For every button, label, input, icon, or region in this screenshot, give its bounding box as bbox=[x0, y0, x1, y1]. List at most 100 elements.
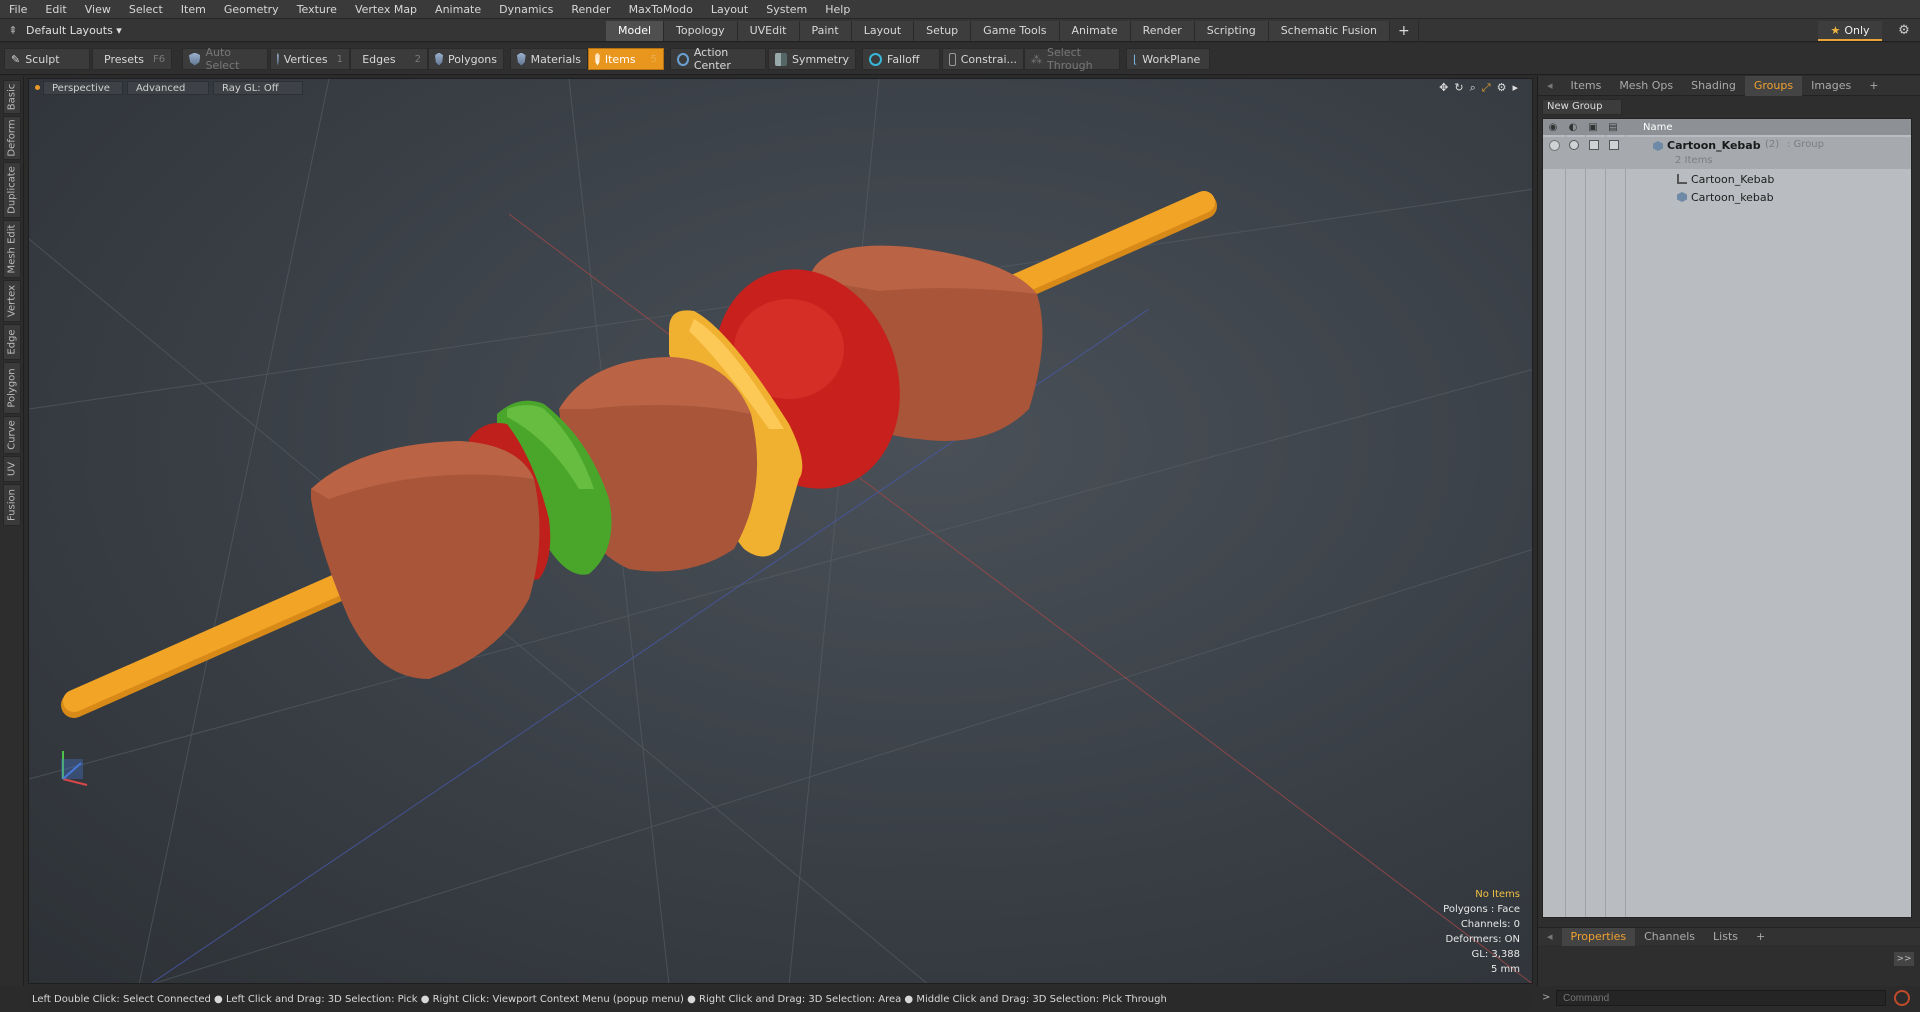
tab-scripting[interactable]: Scripting bbox=[1194, 21, 1269, 41]
menu-item[interactable]: Item bbox=[172, 0, 215, 19]
visibility-col-icon[interactable]: ◉ bbox=[1543, 122, 1563, 133]
layout-dropdown[interactable]: ⇞ Default Layouts ▾ bbox=[0, 19, 170, 42]
viewport-menu-dot[interactable] bbox=[35, 85, 40, 90]
menu-texture[interactable]: Texture bbox=[288, 0, 346, 19]
menu-dynamics[interactable]: Dynamics bbox=[490, 0, 562, 19]
tab-curve[interactable]: Curve bbox=[3, 416, 21, 454]
materials-button[interactable]: Materials bbox=[510, 48, 588, 70]
tab-setup[interactable]: Setup bbox=[914, 21, 972, 41]
tab-mesh-edit[interactable]: Mesh Edit bbox=[3, 220, 21, 278]
tab-uvedit[interactable]: UVEdit bbox=[737, 21, 800, 41]
add-panel-tab-icon[interactable]: + bbox=[1860, 76, 1887, 96]
tab-paint[interactable]: Paint bbox=[799, 21, 852, 41]
tab-topology[interactable]: Topology bbox=[664, 21, 738, 41]
menu-help[interactable]: Help bbox=[816, 0, 859, 19]
command-history-icon[interactable]: > bbox=[1542, 990, 1550, 1006]
tab-basic[interactable]: Basic bbox=[3, 80, 21, 114]
menu-file[interactable]: File bbox=[0, 0, 36, 19]
viewport-settings-icon[interactable]: ⚙ bbox=[1497, 81, 1507, 95]
zoom-view-icon[interactable]: ⌕ bbox=[1470, 81, 1476, 95]
group-row[interactable]: Cartoon_Kebab (2) : Group 2 Items bbox=[1543, 137, 1911, 169]
tab-items[interactable]: Items bbox=[1562, 76, 1611, 96]
child-name: Cartoon_Kebab bbox=[1691, 173, 1775, 186]
tab-groups[interactable]: Groups bbox=[1744, 75, 1803, 96]
stat-scale: 5 mm bbox=[1490, 964, 1520, 975]
select-col-icon[interactable]: ▤ bbox=[1603, 122, 1623, 133]
tab-channels[interactable]: Channels bbox=[1635, 928, 1704, 946]
presets-button[interactable]: Presets F6 bbox=[92, 48, 172, 70]
group-child-row[interactable]: Cartoon_kebab bbox=[1543, 189, 1911, 206]
menu-view[interactable]: View bbox=[76, 0, 120, 19]
tab-images[interactable]: Images bbox=[1802, 76, 1860, 96]
command-input[interactable] bbox=[1556, 990, 1886, 1006]
tab-edge[interactable]: Edge bbox=[3, 324, 21, 360]
auto-select-icon bbox=[189, 52, 201, 66]
auto-select-button[interactable]: Auto Select bbox=[182, 46, 268, 72]
tab-shading[interactable]: Shading bbox=[1682, 76, 1745, 96]
items-button[interactable]: Items 5 bbox=[588, 48, 664, 70]
render-col-icon[interactable]: ◐ bbox=[1563, 122, 1583, 133]
advanced-dropdown[interactable]: Advanced bbox=[127, 81, 209, 95]
tab-mesh-ops[interactable]: Mesh Ops bbox=[1610, 76, 1682, 96]
falloff-button[interactable]: Falloff bbox=[862, 48, 940, 70]
viewport-stats: No Items Polygons : Face Channels: 0 Def… bbox=[1443, 887, 1520, 977]
symmetry-button[interactable]: Symmetry bbox=[768, 48, 856, 70]
tab-fusion[interactable]: Fusion bbox=[3, 484, 21, 526]
lock-col-icon[interactable]: ▣ bbox=[1583, 122, 1603, 133]
add-properties-tab-icon[interactable]: + bbox=[1747, 928, 1774, 946]
raygl-toggle[interactable]: Ray GL: Off bbox=[213, 81, 303, 95]
tab-model[interactable]: Model bbox=[606, 21, 665, 41]
constraints-button[interactable]: Constrai... bbox=[942, 48, 1024, 70]
tab-uv[interactable]: UV bbox=[3, 456, 21, 482]
vertices-button[interactable]: Vertices 1 bbox=[270, 48, 350, 70]
tab-game-tools[interactable]: Game Tools bbox=[971, 21, 1060, 41]
add-tab-icon[interactable]: + bbox=[1390, 21, 1419, 41]
panel-collapse-icon[interactable]: ◂ bbox=[1538, 76, 1562, 96]
polygons-button[interactable]: Polygons bbox=[428, 48, 504, 70]
group-child-row[interactable]: Cartoon_Kebab bbox=[1543, 171, 1911, 188]
gear-icon[interactable]: ⚙ bbox=[1894, 21, 1914, 41]
sculpt-button[interactable]: ✎ Sculpt bbox=[4, 48, 90, 70]
expand-properties-icon[interactable]: >> bbox=[1894, 952, 1914, 966]
move-view-icon[interactable]: ✥ bbox=[1439, 81, 1448, 95]
menu-system[interactable]: System bbox=[757, 0, 816, 19]
layout-collapse-icon[interactable]: ⇞ bbox=[0, 24, 26, 37]
group-visibility-eye-icon[interactable] bbox=[1549, 140, 1560, 151]
tab-deform[interactable]: Deform bbox=[3, 116, 21, 160]
name-column-header[interactable]: Name bbox=[1643, 122, 1673, 133]
3d-viewport[interactable]: Perspective Advanced Ray GL: Off ✥ ↻ ⌕ ⤢… bbox=[28, 78, 1533, 984]
menu-geometry[interactable]: Geometry bbox=[215, 0, 288, 19]
tab-render[interactable]: Render bbox=[1130, 21, 1195, 41]
group-lock-toggle[interactable] bbox=[1589, 140, 1599, 150]
tab-polygon[interactable]: Polygon bbox=[3, 362, 21, 414]
viewport-expand-icon[interactable]: ▸ bbox=[1512, 81, 1518, 95]
menu-edit[interactable]: Edit bbox=[36, 0, 75, 19]
group-render-toggle[interactable] bbox=[1569, 140, 1579, 150]
menu-animate[interactable]: Animate bbox=[426, 0, 490, 19]
tab-lists[interactable]: Lists bbox=[1704, 928, 1747, 946]
workplane-button[interactable]: ⌊ WorkPlane bbox=[1126, 48, 1210, 70]
select-through-button[interactable]: ⁂ Select Through bbox=[1024, 46, 1120, 72]
rotate-view-icon[interactable]: ↻ bbox=[1454, 81, 1463, 95]
menu-render[interactable]: Render bbox=[562, 0, 619, 19]
menu-select[interactable]: Select bbox=[120, 0, 172, 19]
tab-schematic-fusion[interactable]: Schematic Fusion bbox=[1268, 21, 1391, 41]
edges-button[interactable]: Edges 2 bbox=[350, 48, 428, 70]
only-button[interactable]: ★ Only bbox=[1818, 21, 1882, 41]
fit-view-icon[interactable]: ⤢ bbox=[1482, 81, 1491, 95]
tab-layout[interactable]: Layout bbox=[851, 21, 915, 41]
new-group-button[interactable]: New Group bbox=[1542, 99, 1622, 115]
menu-vertex-map[interactable]: Vertex Map bbox=[346, 0, 426, 19]
tab-duplicate[interactable]: Duplicate bbox=[3, 162, 21, 218]
perspective-dropdown[interactable]: Perspective bbox=[43, 81, 123, 95]
tab-basic-label: Basic bbox=[6, 83, 18, 111]
properties-collapse-icon[interactable]: ◂ bbox=[1538, 928, 1562, 946]
menu-maxtomodo[interactable]: MaxToModo bbox=[620, 0, 702, 19]
tab-animate[interactable]: Animate bbox=[1059, 21, 1131, 41]
tab-properties[interactable]: Properties bbox=[1561, 927, 1636, 946]
action-center-button[interactable]: Action Center bbox=[670, 46, 766, 72]
command-record-icon[interactable] bbox=[1894, 990, 1910, 1006]
tab-vertex[interactable]: Vertex bbox=[3, 280, 21, 322]
group-select-toggle[interactable] bbox=[1609, 140, 1619, 150]
menu-layout[interactable]: Layout bbox=[702, 0, 757, 19]
